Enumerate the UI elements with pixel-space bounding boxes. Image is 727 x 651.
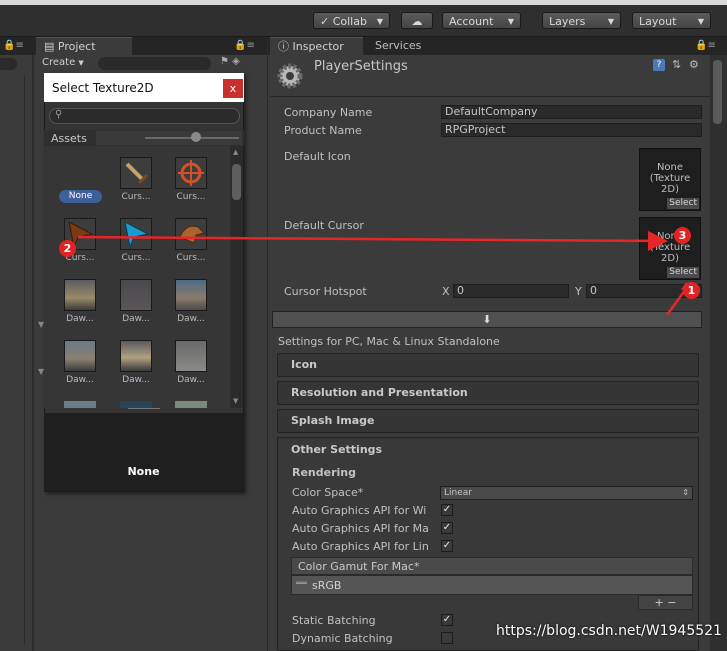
annotation-marker-1: 1 xyxy=(683,282,700,299)
annotation-overlay xyxy=(77,230,692,316)
annotation-arrow-drag xyxy=(77,230,668,251)
annotation-marker-2: 2 xyxy=(59,240,76,257)
annotation-marker-3: 3 xyxy=(674,227,691,244)
